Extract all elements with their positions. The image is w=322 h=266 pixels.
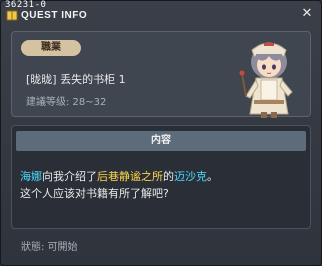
npc-name-highlight[interactable]: 海娜: [20, 170, 42, 183]
close-icon: ✕: [301, 6, 313, 21]
quest-recommended-level: 建議等级: 28~32: [26, 97, 107, 108]
place-name-highlight[interactable]: 后巷静谧之所: [97, 170, 163, 183]
quest-info-window: 36231-0 QUEST INFO ✕ 職業 [昽昽] 丢失的书柜 1 建議等…: [0, 0, 322, 266]
content-header: 内容: [16, 131, 306, 151]
quest-description: 海娜向我介绍了后巷静谧之所的迈沙克。 这个人应该对书籍有所了解吧?: [20, 168, 305, 202]
quest-category-badge: 職業: [21, 40, 81, 56]
window-title: QUEST INFO: [21, 10, 88, 21]
quest-book-icon: [6, 10, 18, 21]
quest-status: 狀態: 可開始: [21, 242, 78, 253]
quest-name: [昽昽] 丢失的书柜 1: [26, 73, 126, 86]
close-button[interactable]: ✕: [300, 7, 314, 21]
npc-portrait: [239, 42, 293, 118]
quest-content-panel: 内容 海娜向我介绍了后巷静谧之所的迈沙克。 这个人应该对书籍有所了解吧?: [11, 125, 311, 229]
description-line-1: 海娜向我介绍了后巷静谧之所的迈沙克。: [20, 170, 218, 183]
npc-name-highlight-2[interactable]: 迈沙克: [174, 170, 207, 183]
description-line-2: 这个人应该对书籍有所了解吧?: [20, 187, 169, 200]
quest-id: 36231-0: [5, 0, 47, 10]
quest-summary-card: 職業 [昽昽] 丢失的书柜 1 建議等级: 28~32: [11, 31, 311, 118]
